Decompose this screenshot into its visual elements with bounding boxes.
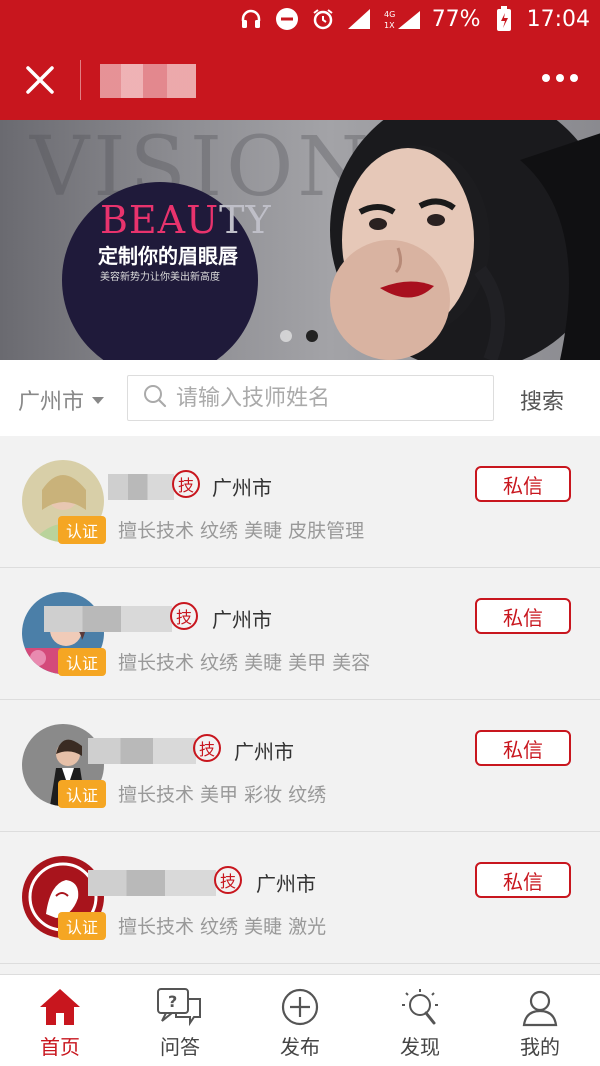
search-input[interactable] xyxy=(176,385,476,411)
banner-dot-1[interactable] xyxy=(280,330,292,342)
banner-subline: 美容新势力让你美出新高度 xyxy=(100,272,220,283)
tab-mine[interactable]: 我的 xyxy=(480,975,600,1066)
technician-city: 广州市 xyxy=(212,608,272,632)
technician-city: 广州市 xyxy=(212,476,272,500)
technician-skills: 擅长技术 纹绣 美睫 皮肤管理 xyxy=(118,520,365,542)
bottom-tab-bar: 首页 ? 问答 发布 发现 我的 xyxy=(0,974,600,1066)
technician-city: 广州市 xyxy=(234,740,294,764)
close-icon[interactable] xyxy=(22,62,58,98)
cert-badge: 认证 xyxy=(58,516,106,544)
cert-badge: 认证 xyxy=(58,780,106,808)
private-message-button[interactable]: 私信 xyxy=(475,862,571,898)
home-icon xyxy=(40,989,80,1025)
tab-home[interactable]: 首页 xyxy=(0,975,120,1066)
tab-label: 首页 xyxy=(40,1035,80,1059)
user-icon xyxy=(522,990,558,1027)
search-button[interactable]: 搜索 xyxy=(520,384,564,416)
technician-name-blurred xyxy=(108,474,174,500)
private-message-button[interactable]: 私信 xyxy=(475,730,571,766)
technician-skills: 擅长技术 美甲 彩妆 纹绣 xyxy=(118,784,327,806)
alarm-icon xyxy=(310,6,336,32)
search-bar: 广州市 搜索 xyxy=(0,360,600,436)
headphones-icon xyxy=(238,6,264,32)
bulb-icon xyxy=(402,989,438,1025)
city-select-label: 广州市 xyxy=(18,390,85,415)
do-not-disturb-icon xyxy=(274,6,300,32)
technician-badge: 技 xyxy=(214,866,242,894)
battery-icon xyxy=(491,6,517,32)
nav-divider xyxy=(80,60,81,100)
tab-publish[interactable]: 发布 xyxy=(240,975,360,1066)
technician-badge: 技 xyxy=(172,470,200,498)
list-item[interactable]: 认证 技 广州市 擅长技术 美甲 彩妆 纹绣 私信 xyxy=(0,700,600,832)
signal-icon xyxy=(346,6,372,32)
tab-label: 我的 xyxy=(520,1035,560,1059)
cert-badge: 认证 xyxy=(58,912,106,940)
more-dots-icon[interactable] xyxy=(542,74,578,82)
qa-icon: ? xyxy=(157,988,201,1027)
svg-text:?: ? xyxy=(168,992,177,1011)
page-title-blurred xyxy=(100,64,196,98)
technician-skills: 擅长技术 纹绣 美睫 美甲 美容 xyxy=(118,652,371,674)
private-message-button[interactable]: 私信 xyxy=(475,598,571,634)
promo-banner[interactable]: VISION BEAUTY 定制你的眉眼唇 美容新势力让你美出新高度 xyxy=(0,120,600,360)
technician-name-blurred xyxy=(88,738,196,764)
search-box[interactable] xyxy=(127,375,494,421)
tab-label: 问答 xyxy=(160,1035,200,1059)
tab-label: 发布 xyxy=(280,1035,320,1059)
network-4g-icon: 4G 1X xyxy=(382,6,422,32)
banner-brand: BEAUTY xyxy=(100,198,272,242)
cert-badge: 认证 xyxy=(58,648,106,676)
city-select[interactable]: 广州市 xyxy=(18,384,105,416)
technician-city: 广州市 xyxy=(256,872,316,896)
plus-circle-icon xyxy=(281,988,319,1026)
tab-discover[interactable]: 发现 xyxy=(360,975,480,1066)
technician-list: 认证 技 广州市 擅长技术 纹绣 美睫 皮肤管理 私信 认证 技 广州市 擅长技… xyxy=(0,436,600,964)
chevron-down-icon xyxy=(92,396,105,404)
banner-pagination xyxy=(280,330,318,342)
status-icons: 4G 1X 77% 17:04 xyxy=(238,6,590,32)
svg-text:4G: 4G xyxy=(384,10,395,19)
technician-name-blurred xyxy=(44,606,172,632)
list-item[interactable]: 认证 技 广州市 擅长技术 纹绣 美睫 美甲 美容 私信 xyxy=(0,568,600,700)
status-bar: 4G 1X 77% 17:04 xyxy=(0,0,600,40)
list-item[interactable]: 认证 技 广州市 擅长技术 纹绣 美睫 皮肤管理 私信 xyxy=(0,436,600,568)
clock: 17:04 xyxy=(526,6,590,32)
svg-text:1X: 1X xyxy=(384,21,395,30)
nav-bar xyxy=(0,40,600,120)
banner-model-image xyxy=(330,120,600,360)
technician-badge: 技 xyxy=(170,602,198,630)
technician-name-blurred xyxy=(88,870,216,896)
tab-qa[interactable]: ? 问答 xyxy=(120,975,240,1066)
tab-label: 发现 xyxy=(400,1035,440,1059)
search-icon xyxy=(142,383,168,413)
battery-percent: 77% xyxy=(431,6,481,32)
private-message-button[interactable]: 私信 xyxy=(475,466,571,502)
technician-badge: 技 xyxy=(193,734,221,762)
banner-slogan: 定制你的眉眼唇 xyxy=(98,244,238,268)
banner-dot-2[interactable] xyxy=(306,330,318,342)
list-item[interactable]: 认证 技 广州市 擅长技术 纹绣 美睫 激光 私信 xyxy=(0,832,600,964)
technician-skills: 擅长技术 纹绣 美睫 激光 xyxy=(118,916,327,938)
